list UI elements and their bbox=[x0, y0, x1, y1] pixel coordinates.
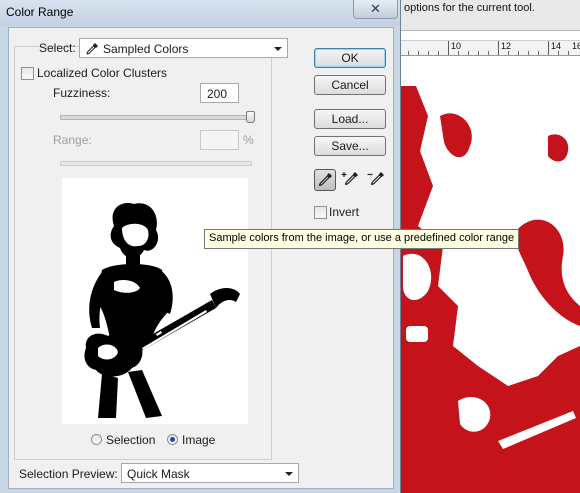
invert-label: Invert bbox=[329, 205, 360, 219]
options-bar: options for the current tool. bbox=[398, 0, 580, 31]
dialog-title: Color Range bbox=[6, 5, 74, 19]
ruler-label: 14 bbox=[551, 41, 562, 51]
ruler-tick bbox=[448, 41, 449, 55]
eyedropper-icon bbox=[86, 43, 98, 55]
range-input[interactable] bbox=[200, 130, 239, 150]
load-button[interactable]: Load... bbox=[314, 109, 386, 129]
ruler-label: 12 bbox=[501, 41, 512, 51]
horizontal-ruler: 10 12 14 16 bbox=[398, 40, 580, 56]
cancel-button[interactable]: Cancel bbox=[314, 75, 386, 95]
ruler-label: 10 bbox=[451, 41, 462, 51]
range-label: Range: bbox=[53, 133, 92, 147]
add-to-sample-tool[interactable] bbox=[341, 169, 363, 191]
image-radio[interactable] bbox=[167, 434, 178, 445]
range-slider-track[interactable] bbox=[60, 161, 252, 166]
subtract-from-sample-tool[interactable] bbox=[367, 169, 389, 191]
fuzziness-label: Fuzziness: bbox=[53, 86, 111, 100]
tooltip: Sample colors from the image, or use a p… bbox=[204, 229, 520, 249]
fuzziness-input[interactable]: 200 bbox=[200, 83, 239, 103]
dialog-body: Select: Sampled Colors Localized Color C… bbox=[8, 27, 394, 489]
select-value: Sampled Colors bbox=[103, 42, 189, 56]
range-unit: % bbox=[243, 133, 254, 147]
fuzziness-slider-track[interactable] bbox=[60, 115, 252, 120]
chevron-down-icon bbox=[274, 47, 282, 51]
preview-image bbox=[62, 178, 248, 424]
ruler-tick bbox=[548, 41, 549, 55]
selection-preview-value: Quick Mask bbox=[127, 467, 190, 481]
image-radio-label: Image bbox=[182, 433, 216, 447]
select-label: Select: bbox=[39, 41, 76, 55]
guitarist-silhouette bbox=[84, 202, 240, 418]
fuzziness-slider-thumb[interactable] bbox=[246, 111, 255, 123]
ruler-label: 16 bbox=[572, 41, 580, 51]
selection-preview-label: Selection Preview: bbox=[19, 467, 118, 481]
chevron-down-icon bbox=[285, 472, 293, 476]
fuzziness-value: 200 bbox=[207, 87, 228, 101]
invert-checkbox[interactable] bbox=[314, 206, 327, 219]
selection-radio[interactable] bbox=[91, 434, 102, 445]
eyedropper-icon bbox=[318, 173, 332, 187]
select-dropdown[interactable]: Sampled Colors bbox=[79, 38, 288, 58]
options-bar-hint: options for the current tool. bbox=[404, 2, 535, 14]
close-button[interactable]: ✕ bbox=[353, 0, 398, 19]
selection-preview-dropdown[interactable]: Quick Mask bbox=[121, 463, 299, 483]
ruler-tick bbox=[498, 41, 499, 55]
canvas-artwork bbox=[398, 86, 580, 493]
eyedropper-tool[interactable] bbox=[314, 169, 336, 191]
close-icon: ✕ bbox=[370, 1, 381, 16]
localized-clusters-label: Localized Color Clusters bbox=[37, 66, 168, 80]
eyedropper-plus-icon bbox=[341, 172, 358, 186]
ok-button[interactable]: OK bbox=[314, 48, 386, 68]
eyedropper-minus-icon bbox=[367, 172, 384, 186]
dialog-titlebar[interactable]: Color Range ✕ bbox=[0, 0, 400, 26]
selection-radio-label: Selection bbox=[106, 433, 156, 447]
localized-clusters-checkbox[interactable] bbox=[21, 67, 34, 80]
save-button[interactable]: Save... bbox=[314, 136, 386, 156]
